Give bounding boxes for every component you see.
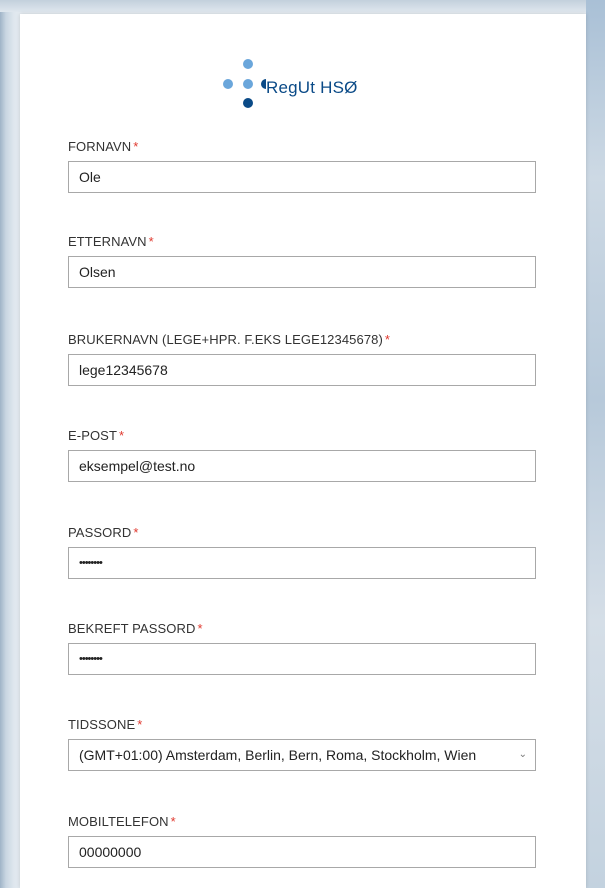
username-field: BRUKERNAVN (LEGE+HPR. F.EKS LEGE12345678… [68,331,536,386]
last-name-label: ETTERNAVN * [68,234,154,249]
chevron-down-icon: ⌄ [518,749,527,760]
first-name-label: FORNAVN * [68,139,139,154]
timezone-field: TIDSSONE * (GMT+01:00) Amsterdam, Berlin,… [68,716,536,771]
confirm-password-label: BEKREFT PASSORD * [68,621,203,636]
timezone-value: (GMT+01:00) Amsterdam, Berlin, Bern, Rom… [79,747,477,763]
timezone-select[interactable]: (GMT+01:00) Amsterdam, Berlin, Bern, Rom… [68,739,536,771]
background-top [0,0,605,12]
password-label: PASSORD * [68,525,139,540]
mobile-phone-input[interactable] [68,836,536,868]
password-field: PASSORD * [68,524,536,579]
username-input[interactable] [68,354,536,386]
password-input[interactable] [68,547,536,579]
mobile-phone-label: MOBILTELEFON * [68,814,176,829]
regut-dots-icon [223,59,266,108]
email-field: E-POST * [68,427,536,482]
background-right [586,0,605,888]
logo-text: RegUt HSØ [266,78,358,97]
email-label: E-POST * [68,428,125,443]
last-name-field: ETTERNAVN * [68,233,536,288]
confirm-password-field: BEKREFT PASSORD * [68,620,536,675]
mobile-phone-field: MOBILTELEFON * [68,813,536,868]
regut-logo: RegUt HSØ [222,38,422,108]
first-name-input[interactable] [68,161,536,193]
email-input[interactable] [68,450,536,482]
confirm-password-input[interactable] [68,643,536,675]
timezone-label: TIDSSONE * [68,717,143,732]
first-name-field: FORNAVN * [68,138,536,193]
last-name-input[interactable] [68,256,536,288]
username-label: BRUKERNAVN (LEGE+HPR. F.EKS LEGE12345678… [68,332,391,347]
